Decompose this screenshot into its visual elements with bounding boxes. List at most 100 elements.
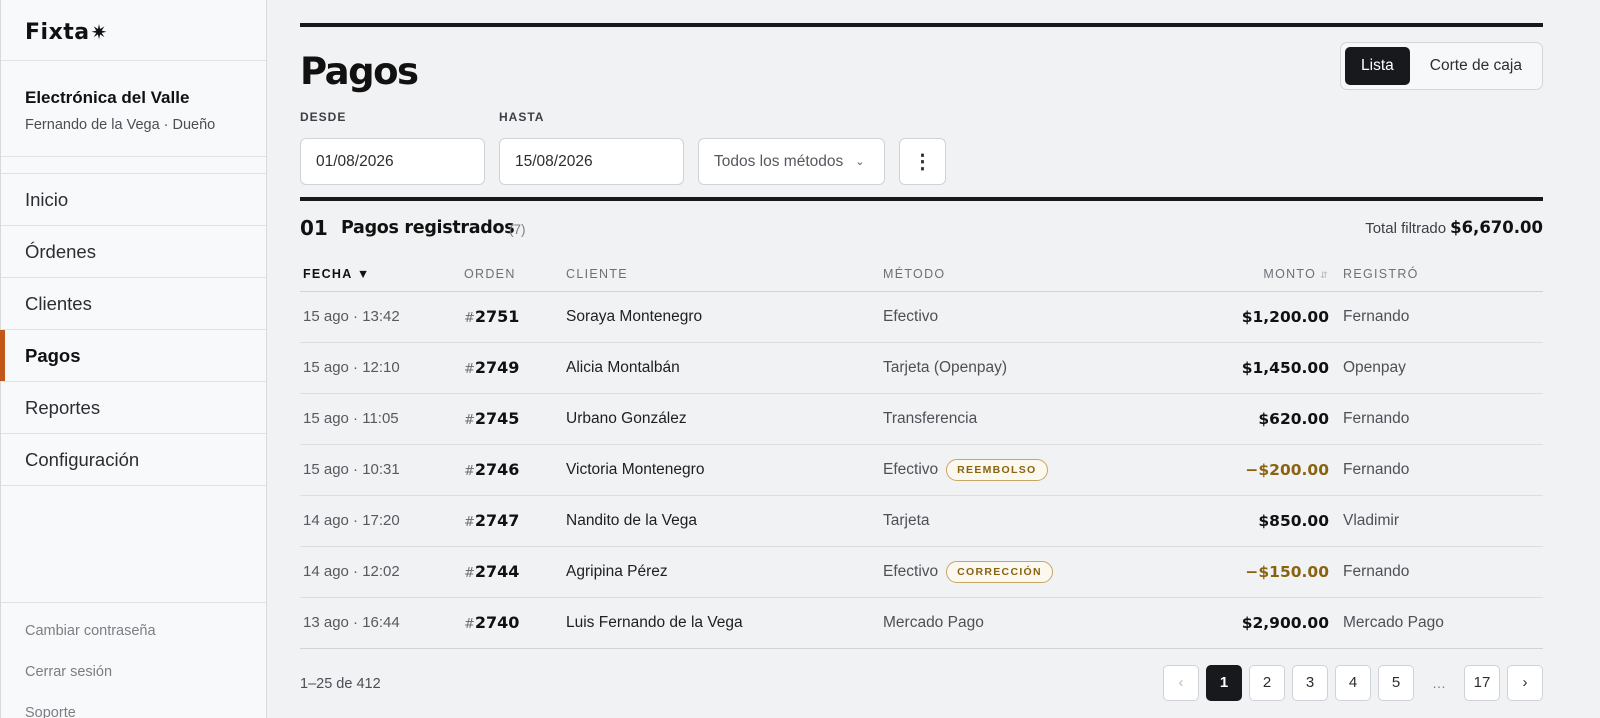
cell-metodo: Efectivo REEMBOLSO (883, 444, 1183, 496)
prev-page-button[interactable]: ‹ (1163, 664, 1199, 701)
cell-registro: Fernando (1343, 444, 1543, 496)
cell-monto: $850.00 (1183, 495, 1343, 547)
method-label: Transferencia (883, 409, 978, 427)
more-options-button[interactable]: ⋮ (899, 138, 946, 185)
cell-orden[interactable]: #2746 (464, 444, 566, 496)
filtered-total: Total filtrado $6,670.00 (1365, 218, 1543, 237)
hash-icon: # (464, 566, 475, 581)
pagination: ‹ 1 2 3 4 5 … 17 › (1163, 664, 1543, 701)
page-button[interactable]: 1 (1206, 664, 1242, 701)
table-row[interactable]: 14 ago · 17:20 #2747 Nandito de la Vega Tar… (300, 495, 1543, 547)
table-row[interactable]: 15 ago · 11:05 #2745 Urbano González Transf… (300, 393, 1543, 445)
cell-fecha: 15 ago · 10:31 (300, 444, 464, 496)
column-header-cliente[interactable]: CLIENTE (566, 251, 883, 292)
status-badge: CORRECCIÓN (946, 560, 1053, 583)
nav-item-ordenes[interactable]: Órdenes (1, 226, 266, 278)
asterisk-icon: ✷ (90, 20, 108, 44)
sort-icon: ⇵ (1320, 269, 1329, 280)
nav-item-configuracion[interactable]: Configuración (1, 434, 266, 486)
page-button-last[interactable]: 17 (1464, 664, 1500, 701)
cell-registro: Fernando (1343, 291, 1543, 343)
total-value: $6,670.00 (1450, 218, 1543, 237)
nav-item-inicio[interactable]: Inicio (1, 174, 266, 226)
table-row[interactable]: 15 ago · 12:10 #2749 Alicia Montalbán Tarje… (300, 342, 1543, 394)
cell-registro: Fernando (1343, 546, 1543, 598)
cell-orden[interactable]: #2749 (464, 342, 566, 394)
page-header: Pagos Lista Corte de caja (300, 27, 1543, 99)
tab-lista[interactable]: Lista (1345, 47, 1410, 85)
cell-orden[interactable]: #2751 (464, 291, 566, 343)
cell-monto: $1,450.00 (1183, 342, 1343, 394)
method-label: Efectivo (883, 307, 939, 325)
pagination-ellipsis: … (1432, 674, 1446, 691)
cell-monto: −$200.00 (1183, 444, 1343, 496)
method-select[interactable]: Todos los métodos ⌄ (698, 138, 885, 185)
change-password-link[interactable]: Cambiar contraseña (25, 623, 266, 664)
cell-cliente: Urbano González (566, 393, 883, 445)
method-label: Mercado Pago (883, 613, 984, 631)
cell-metodo: Efectivo CORRECCIÓN (883, 546, 1183, 598)
hasta-date-input[interactable]: 15/08/2026 (499, 138, 684, 185)
column-header-metodo[interactable]: MÉTODO (883, 251, 1183, 292)
logout-link[interactable]: Cerrar sesión (25, 664, 266, 705)
cell-cliente: Luis Fernando de la Vega (566, 597, 883, 649)
column-header-monto[interactable]: MONTO ⇵ (1183, 251, 1343, 292)
nav-item-clientes[interactable]: Clientes (1, 278, 266, 330)
order-number: 2744 (474, 562, 520, 581)
user-line: Fernando de la Vega · Dueño (25, 117, 216, 133)
page-button[interactable]: 2 (1249, 664, 1285, 701)
tab-corte-de-caja[interactable]: Corte de caja (1414, 47, 1538, 85)
main-nav: Inicio Órdenes Clientes Pagos Reportes C… (0, 173, 266, 486)
payments-table: FECHA ▼ ORDEN CLIENTE MÉTODO MONTO ⇵ REGI… (300, 251, 1543, 649)
desde-date-input[interactable]: 01/08/2026 (300, 138, 485, 185)
column-header-registro[interactable]: REGISTRÓ (1343, 251, 1543, 292)
section-header: 01 Pagos registrados (7) Total filtrado $… (300, 201, 1543, 251)
total-label: Total filtrado (1365, 220, 1447, 237)
brand-logo[interactable]: Fixta✷ (1, 0, 266, 61)
cell-orden[interactable]: #2740 (464, 597, 566, 649)
section-count: (7) (509, 222, 526, 237)
hash-icon: # (464, 311, 475, 326)
filters-bar: DESDE 01/08/2026 HASTA 15/08/2026 Todos … (300, 99, 1543, 197)
method-label: Tarjeta (Openpay) (883, 358, 1008, 376)
hash-icon: # (464, 515, 475, 530)
sidebar-footer: Cambiar contraseña Cerrar sesión Soporte (1, 602, 266, 718)
table-row[interactable]: 15 ago · 10:31 #2746 Victoria Montenegro Ef… (300, 444, 1543, 496)
cell-registro: Fernando (1343, 393, 1543, 445)
cell-registro: Openpay (1343, 342, 1543, 394)
hash-icon: # (464, 413, 475, 428)
table-header-row: FECHA ▼ ORDEN CLIENTE MÉTODO MONTO ⇵ REGI… (300, 251, 1543, 292)
nav-item-pagos[interactable]: Pagos (0, 330, 266, 382)
table-row[interactable]: 15 ago · 13:42 #2751 Soraya Montenegro Efec… (300, 291, 1543, 343)
cell-cliente: Soraya Montenegro (566, 291, 883, 343)
next-page-button[interactable]: › (1507, 664, 1543, 701)
cell-cliente: Agripina Pérez (566, 546, 883, 598)
cell-registro: Vladimir (1343, 495, 1543, 547)
pagination-range: 1–25 de 412 (300, 675, 381, 692)
cell-fecha: 14 ago · 12:02 (300, 546, 464, 598)
cell-metodo: Mercado Pago (883, 597, 1183, 649)
column-header-fecha[interactable]: FECHA ▼ (300, 251, 464, 292)
page-button[interactable]: 4 (1335, 664, 1371, 701)
cell-fecha: 13 ago · 16:44 (300, 597, 464, 649)
table-row[interactable]: 14 ago · 12:02 #2744 Agripina Pérez Efectiv… (300, 546, 1543, 598)
method-select-value: Todos los métodos (714, 152, 844, 170)
order-number: 2751 (474, 307, 520, 326)
support-link[interactable]: Soporte (25, 705, 266, 718)
hash-icon: # (464, 362, 475, 377)
cell-orden[interactable]: #2747 (464, 495, 566, 547)
hash-icon: # (464, 617, 475, 632)
cell-monto: $2,900.00 (1183, 597, 1343, 649)
cell-monto: $620.00 (1183, 393, 1343, 445)
cell-metodo: Tarjeta (883, 495, 1183, 547)
column-header-orden[interactable]: ORDEN (464, 251, 566, 292)
nav-item-reportes[interactable]: Reportes (1, 382, 266, 434)
business-name: Electrónica del Valle (25, 88, 190, 107)
cell-orden[interactable]: #2744 (464, 546, 566, 598)
cell-orden[interactable]: #2745 (464, 393, 566, 445)
cell-fecha: 15 ago · 13:42 (300, 291, 464, 343)
page-button[interactable]: 5 (1378, 664, 1414, 701)
page-button[interactable]: 3 (1292, 664, 1328, 701)
status-badge: REEMBOLSO (946, 458, 1048, 481)
table-row[interactable]: 13 ago · 16:44 #2740 Luis Fernando de la V… (300, 597, 1543, 649)
